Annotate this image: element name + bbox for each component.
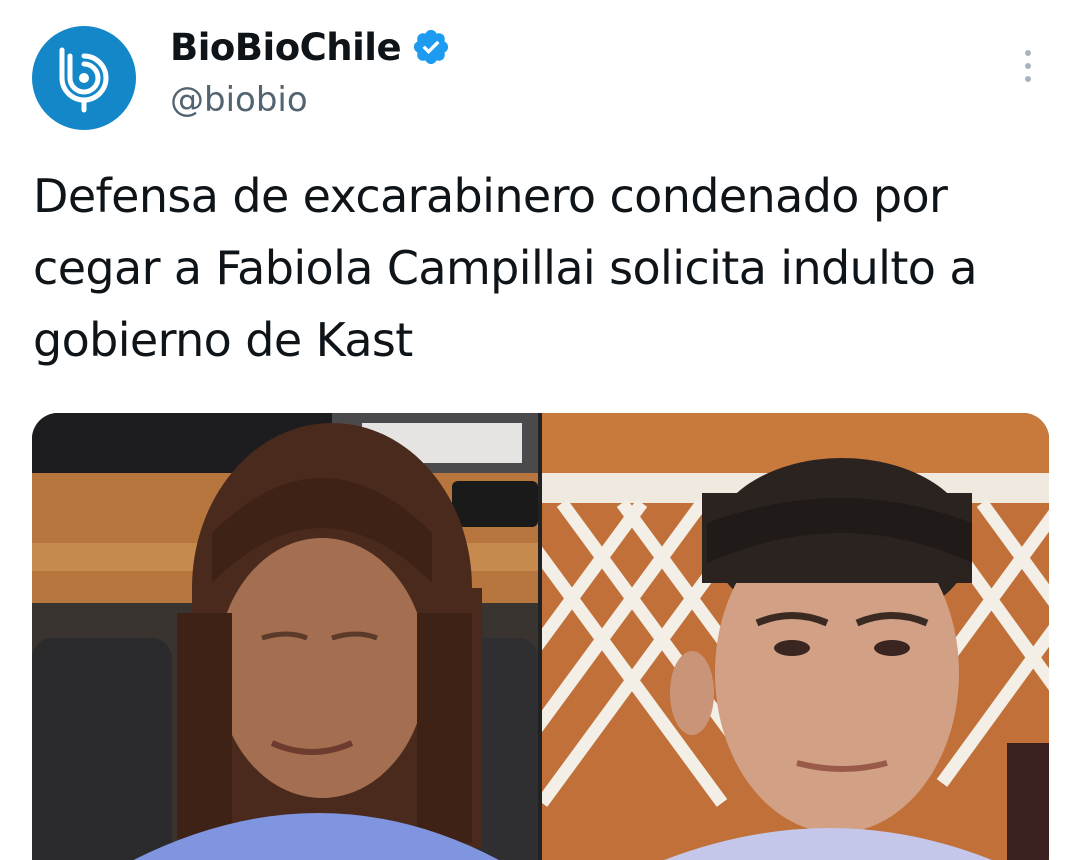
photo-man-image	[542, 413, 1049, 860]
biobio-logo-icon	[59, 47, 109, 113]
tweet-text: Defensa de excarabinero condenado por ce…	[33, 169, 978, 367]
avatar[interactable]	[32, 26, 136, 130]
photo-right[interactable]	[542, 413, 1049, 860]
account-handle[interactable]: @biobio	[170, 80, 308, 120]
verified-badge-icon	[413, 29, 449, 65]
more-options-button[interactable]	[1010, 46, 1046, 86]
more-options-icon	[1025, 50, 1031, 56]
display-name[interactable]: BioBioChile	[170, 26, 402, 69]
photo-woman-image	[32, 413, 538, 860]
photo-left[interactable]	[32, 413, 538, 860]
author-row: BioBioChile	[170, 24, 451, 70]
tweet-media[interactable]	[32, 413, 1049, 860]
tweet-card[interactable]: BioBioChile @biobio Defensa de excarabin…	[0, 0, 1080, 860]
